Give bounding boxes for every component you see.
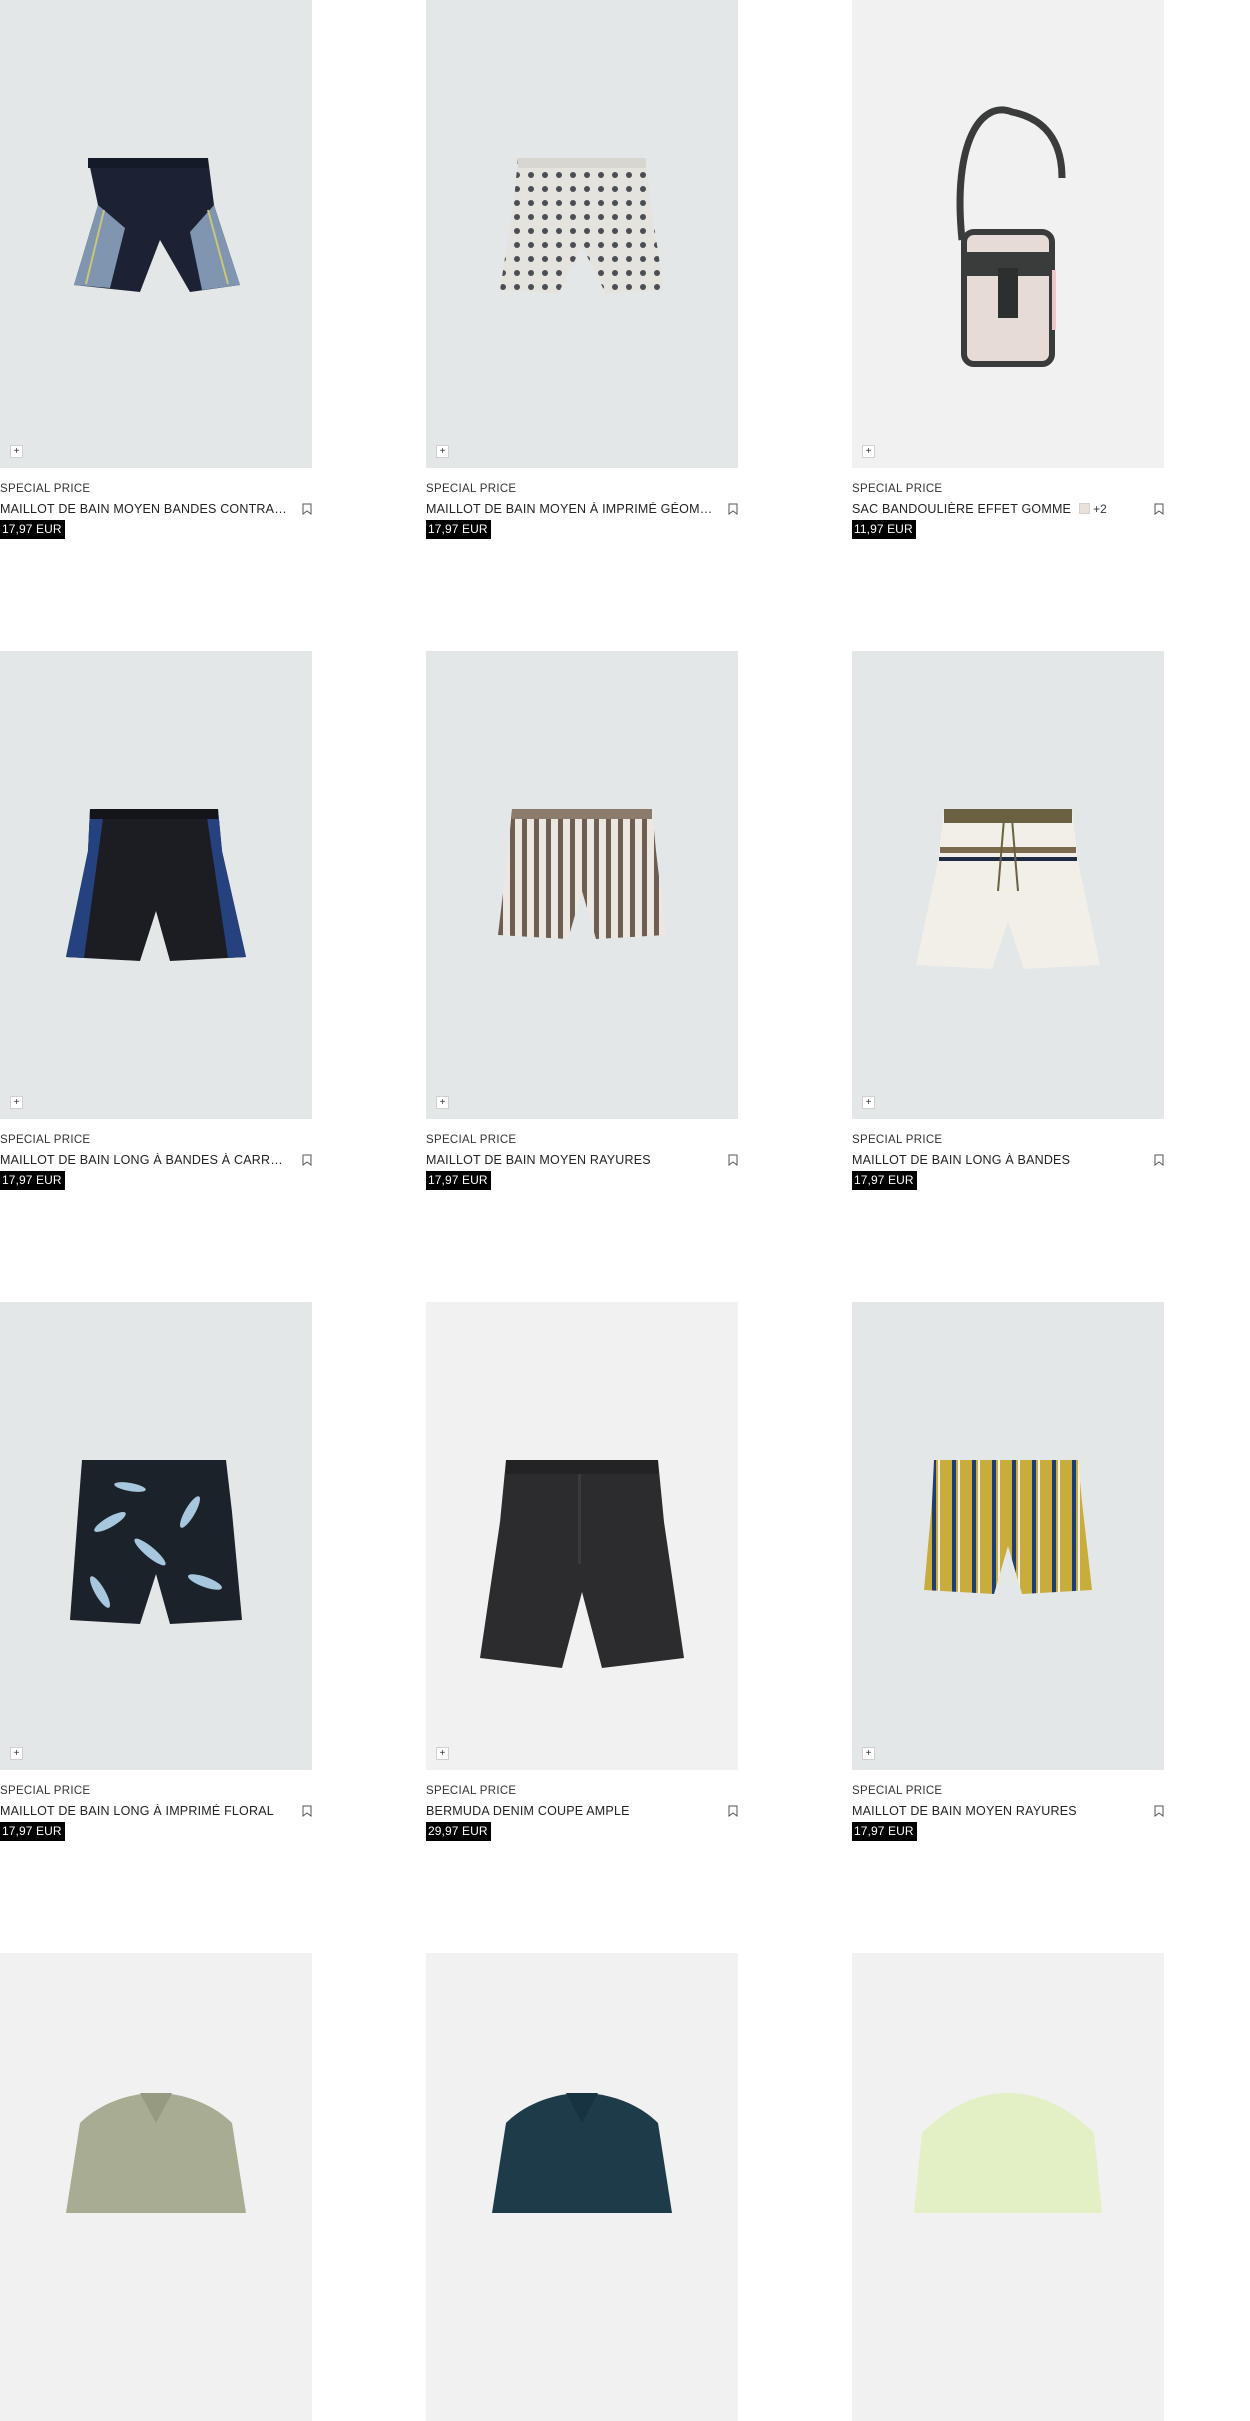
product-image[interactable] <box>426 1953 738 2421</box>
product-card[interactable] <box>0 1953 312 2421</box>
swim-shorts-image <box>70 1460 242 1624</box>
product-image[interactable]: + <box>426 1302 738 1770</box>
product-name[interactable]: MAILLOT DE BAIN LONG À BANDES À CARREA..… <box>0 1153 290 1167</box>
product-name[interactable]: MAILLOT DE BAIN MOYEN BANDES CONTRAS... <box>0 502 290 516</box>
bookmark-icon[interactable] <box>728 503 738 515</box>
product-image[interactable]: + <box>0 0 312 468</box>
product-card[interactable] <box>852 1953 1164 2421</box>
quick-add-plus-icon[interactable]: + <box>10 1747 23 1760</box>
product-card[interactable] <box>426 1953 738 2421</box>
product-price: 17,97 EUR <box>852 1822 917 1841</box>
product-tag: SPECIAL PRICE <box>0 1785 91 1797</box>
product-card[interactable]: + SPECIAL PRICE MAILLOT DE BAIN MOYEN RA… <box>852 1302 1164 1841</box>
product-price: 17,97 EUR <box>426 520 491 539</box>
quick-add-plus-icon[interactable]: + <box>862 1747 875 1760</box>
product-price: 17,97 EUR <box>852 1171 917 1190</box>
product-image[interactable]: + <box>426 0 738 468</box>
product-name[interactable]: BERMUDA DENIM COUPE AMPLE <box>426 1804 630 1818</box>
product-tag: SPECIAL PRICE <box>426 483 517 495</box>
product-image[interactable]: + <box>852 0 1164 468</box>
product-price: 17,97 EUR <box>0 520 65 539</box>
swim-shorts-image <box>498 809 666 939</box>
crossbody-bag-image <box>956 106 1066 367</box>
product-image[interactable]: + <box>0 651 312 1119</box>
quick-add-plus-icon[interactable]: + <box>436 1747 449 1760</box>
swim-shorts-image <box>924 1460 1092 1594</box>
bookmark-icon[interactable] <box>302 1805 312 1817</box>
product-image[interactable] <box>852 1953 1164 2421</box>
quick-add-plus-icon[interactable]: + <box>436 445 449 458</box>
product-image[interactable]: + <box>852 651 1164 1119</box>
product-price: 17,97 EUR <box>0 1171 65 1190</box>
product-image[interactable] <box>0 1953 312 2421</box>
product-name[interactable]: MAILLOT DE BAIN MOYEN RAYURES <box>852 1804 1077 1818</box>
product-tag: SPECIAL PRICE <box>852 1785 943 1797</box>
bookmark-icon[interactable] <box>728 1805 738 1817</box>
quick-add-plus-icon[interactable]: + <box>862 445 875 458</box>
product-price: 17,97 EUR <box>0 1822 65 1841</box>
denim-bermuda-image <box>480 1460 684 1668</box>
product-tag: SPECIAL PRICE <box>426 1785 517 1797</box>
t-shirt-image <box>914 2093 1102 2213</box>
product-tag: SPECIAL PRICE <box>0 483 91 495</box>
product-price: 17,97 EUR <box>426 1171 491 1190</box>
polo-shirt-image <box>66 2093 246 2213</box>
product-card[interactable]: + SPECIAL PRICE BERMUDA DENIM COUPE AMPL… <box>426 1302 738 1841</box>
product-name[interactable]: MAILLOT DE BAIN LONG À BANDES <box>852 1153 1070 1167</box>
product-tag: SPECIAL PRICE <box>426 1134 517 1146</box>
bookmark-icon[interactable] <box>302 1154 312 1166</box>
product-card[interactable]: + SPECIAL PRICE MAILLOT DE BAIN LONG À I… <box>0 1302 312 1841</box>
product-card[interactable]: + SPECIAL PRICE MAILLOT DE BAIN MOYEN RA… <box>426 651 738 1190</box>
swim-shorts-image <box>916 809 1100 969</box>
swim-shorts-image <box>74 158 240 292</box>
quick-add-plus-icon[interactable]: + <box>436 1096 449 1109</box>
bookmark-icon[interactable] <box>728 1154 738 1166</box>
swim-shorts-image <box>66 809 246 961</box>
more-colors-count[interactable]: +2 <box>1093 502 1107 516</box>
quick-add-plus-icon[interactable]: + <box>10 445 23 458</box>
product-card[interactable]: + SPECIAL PRICE MAILLOT DE BAIN LONG À B… <box>852 651 1164 1190</box>
product-card[interactable]: + SPECIAL PRICE MAILLOT DE BAIN MOYEN À … <box>426 0 738 539</box>
bookmark-icon[interactable] <box>1154 1805 1164 1817</box>
product-name[interactable]: MAILLOT DE BAIN LONG À IMPRIMÉ FLORAL <box>0 1804 274 1818</box>
quick-add-plus-icon[interactable]: + <box>862 1096 875 1109</box>
product-price: 11,97 EUR <box>852 520 916 539</box>
polo-shirt-image <box>492 2093 672 2213</box>
product-name[interactable]: MAILLOT DE BAIN MOYEN RAYURES <box>426 1153 651 1167</box>
product-card[interactable]: + SPECIAL PRICE SAC BANDOULIÈRE EFFET GO… <box>852 0 1164 539</box>
product-card[interactable]: + SPECIAL PRICE MAILLOT DE BAIN MOYEN BA… <box>0 0 312 539</box>
product-name[interactable]: SAC BANDOULIÈRE EFFET GOMME <box>852 502 1071 516</box>
product-image[interactable]: + <box>0 1302 312 1770</box>
swim-shorts-image <box>500 158 664 294</box>
bookmark-icon[interactable] <box>1154 503 1164 515</box>
product-tag: SPECIAL PRICE <box>0 1134 91 1146</box>
product-price: 29,97 EUR <box>426 1822 491 1841</box>
bookmark-icon[interactable] <box>302 503 312 515</box>
bookmark-icon[interactable] <box>1154 1154 1164 1166</box>
product-image[interactable]: + <box>426 651 738 1119</box>
color-swatch[interactable] <box>1079 503 1091 514</box>
quick-add-plus-icon[interactable]: + <box>10 1096 23 1109</box>
product-card[interactable]: + SPECIAL PRICE MAILLOT DE BAIN LONG À B… <box>0 651 312 1190</box>
product-tag: SPECIAL PRICE <box>852 483 943 495</box>
product-tag: SPECIAL PRICE <box>852 1134 943 1146</box>
product-image[interactable]: + <box>852 1302 1164 1770</box>
product-name[interactable]: MAILLOT DE BAIN MOYEN À IMPRIMÉ GÉOMÉT..… <box>426 502 716 516</box>
